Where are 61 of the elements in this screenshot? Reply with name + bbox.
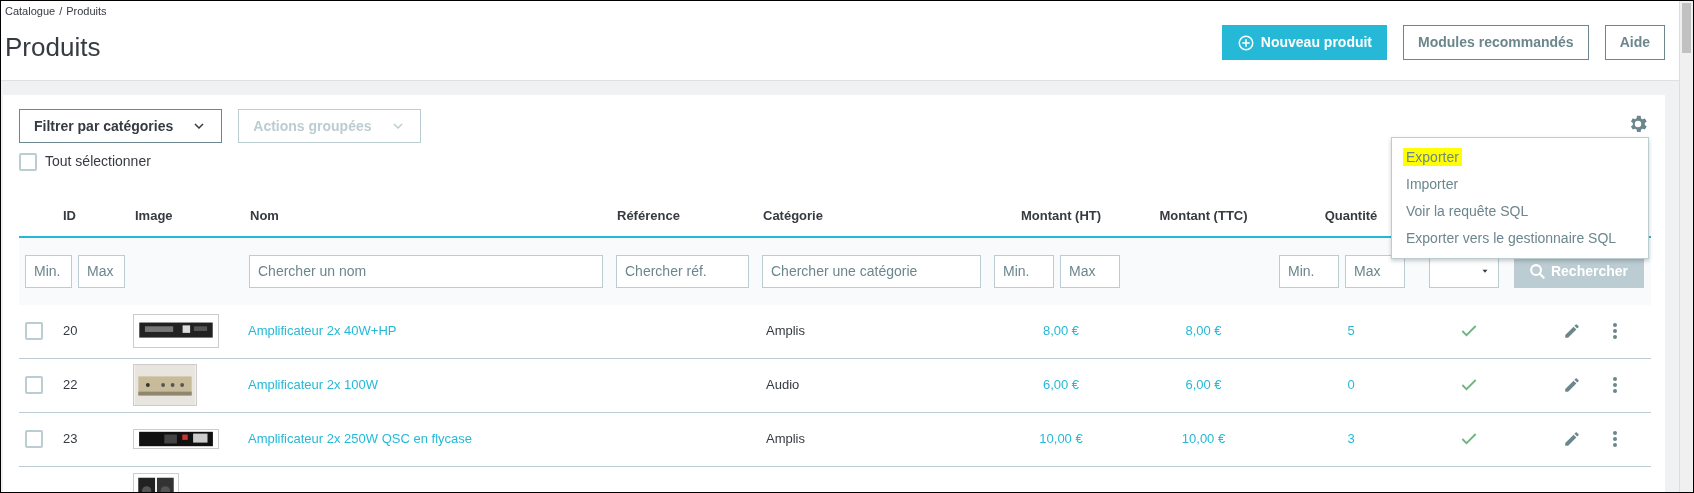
column-header[interactable]: Montant (TTC) bbox=[1159, 208, 1248, 223]
table-cell[interactable]: 10,00 € bbox=[1039, 429, 1083, 449]
range-input[interactable]: Min. bbox=[1279, 254, 1339, 288]
table-cell[interactable]: 6,00 € bbox=[1185, 375, 1222, 395]
table-cell-text: Amplis bbox=[766, 322, 805, 341]
search-field[interactable]: Chercher un nom bbox=[249, 254, 603, 288]
more-options-icon[interactable] bbox=[1611, 321, 1619, 341]
edit-icon[interactable] bbox=[1563, 376, 1581, 394]
table-cell[interactable]: 8,00 € bbox=[1185, 321, 1222, 341]
breadcrumb-link[interactable]: Produits bbox=[66, 5, 107, 17]
dropdown-button[interactable]: Filtrer par catégories bbox=[19, 109, 223, 143]
table-cell-text: 23 bbox=[63, 430, 78, 449]
table-cell-text: 22 bbox=[63, 376, 78, 395]
edit-icon[interactable] bbox=[1563, 322, 1581, 340]
new-product-button[interactable]: Nouveau produit bbox=[1221, 25, 1388, 60]
table-cell[interactable]: 5 bbox=[1347, 321, 1355, 341]
more-options-icon[interactable] bbox=[1611, 429, 1619, 449]
search-field[interactable]: Chercher une catégorie bbox=[762, 254, 981, 288]
checkbox[interactable] bbox=[19, 152, 37, 171]
checkbox[interactable] bbox=[25, 376, 43, 394]
checkbox[interactable] bbox=[25, 430, 43, 448]
range-input[interactable]: Max bbox=[1345, 254, 1405, 288]
table-cell[interactable]: 10,00 € bbox=[1181, 429, 1226, 449]
range-input[interactable]: Min. bbox=[994, 254, 1054, 288]
range-input[interactable]: Max bbox=[78, 254, 125, 288]
column-header[interactable]: Nom bbox=[250, 208, 279, 223]
product-link[interactable]: Amplificateur 2x 250W QSC en flycase bbox=[248, 429, 472, 449]
checkbox-label: Tout sélectionner bbox=[45, 152, 151, 171]
search-icon bbox=[1529, 263, 1545, 279]
range-input[interactable]: Min. bbox=[25, 254, 72, 288]
header-button[interactable]: Aide bbox=[1604, 25, 1665, 60]
search-field[interactable]: Chercher réf. bbox=[616, 254, 749, 288]
table-cell[interactable]: 6,00 € bbox=[1042, 375, 1080, 395]
column-header[interactable]: Montant (HT) bbox=[1020, 208, 1102, 223]
table-cell-text: 20 bbox=[63, 322, 78, 341]
table-cell[interactable]: 8,00 € bbox=[1042, 321, 1080, 341]
menu-item[interactable]: Exporter bbox=[1392, 144, 1648, 171]
table-cell-text: Audio bbox=[766, 376, 800, 395]
column-header[interactable]: Quantité bbox=[1324, 208, 1378, 223]
column-header[interactable]: Image bbox=[135, 208, 173, 223]
scrollbar[interactable] bbox=[1679, 1, 1693, 492]
table-cell-text: Amplis bbox=[766, 430, 805, 449]
table-cell[interactable]: 0 bbox=[1347, 375, 1355, 395]
breadcrumb-separator: / bbox=[59, 5, 63, 17]
menu-item[interactable]: Voir la requête SQL bbox=[1392, 198, 1648, 225]
plus-circle-icon bbox=[1236, 33, 1255, 52]
page-title: Produits bbox=[5, 33, 102, 60]
menu-item[interactable]: Importer bbox=[1392, 171, 1648, 198]
column-header[interactable]: Référence bbox=[617, 208, 680, 223]
table-cell[interactable]: 3 bbox=[1347, 429, 1355, 449]
checkbox[interactable] bbox=[25, 322, 43, 340]
breadcrumb-link[interactable]: Catalogue bbox=[5, 5, 56, 17]
header-button[interactable]: Modules recommandés bbox=[1403, 25, 1589, 60]
column-header[interactable]: ID bbox=[63, 208, 76, 223]
menu-item[interactable]: Exporter vers le gestionnaire SQL bbox=[1392, 225, 1648, 252]
column-header[interactable]: Catégorie bbox=[763, 208, 823, 223]
range-input[interactable]: Max bbox=[1060, 254, 1120, 288]
more-options-icon[interactable] bbox=[1611, 375, 1619, 395]
product-link[interactable]: Amplificateur 2x 40W+HP bbox=[248, 321, 397, 341]
edit-icon[interactable] bbox=[1563, 430, 1581, 448]
product-link[interactable]: Amplificateur 2x 100W bbox=[248, 375, 379, 395]
